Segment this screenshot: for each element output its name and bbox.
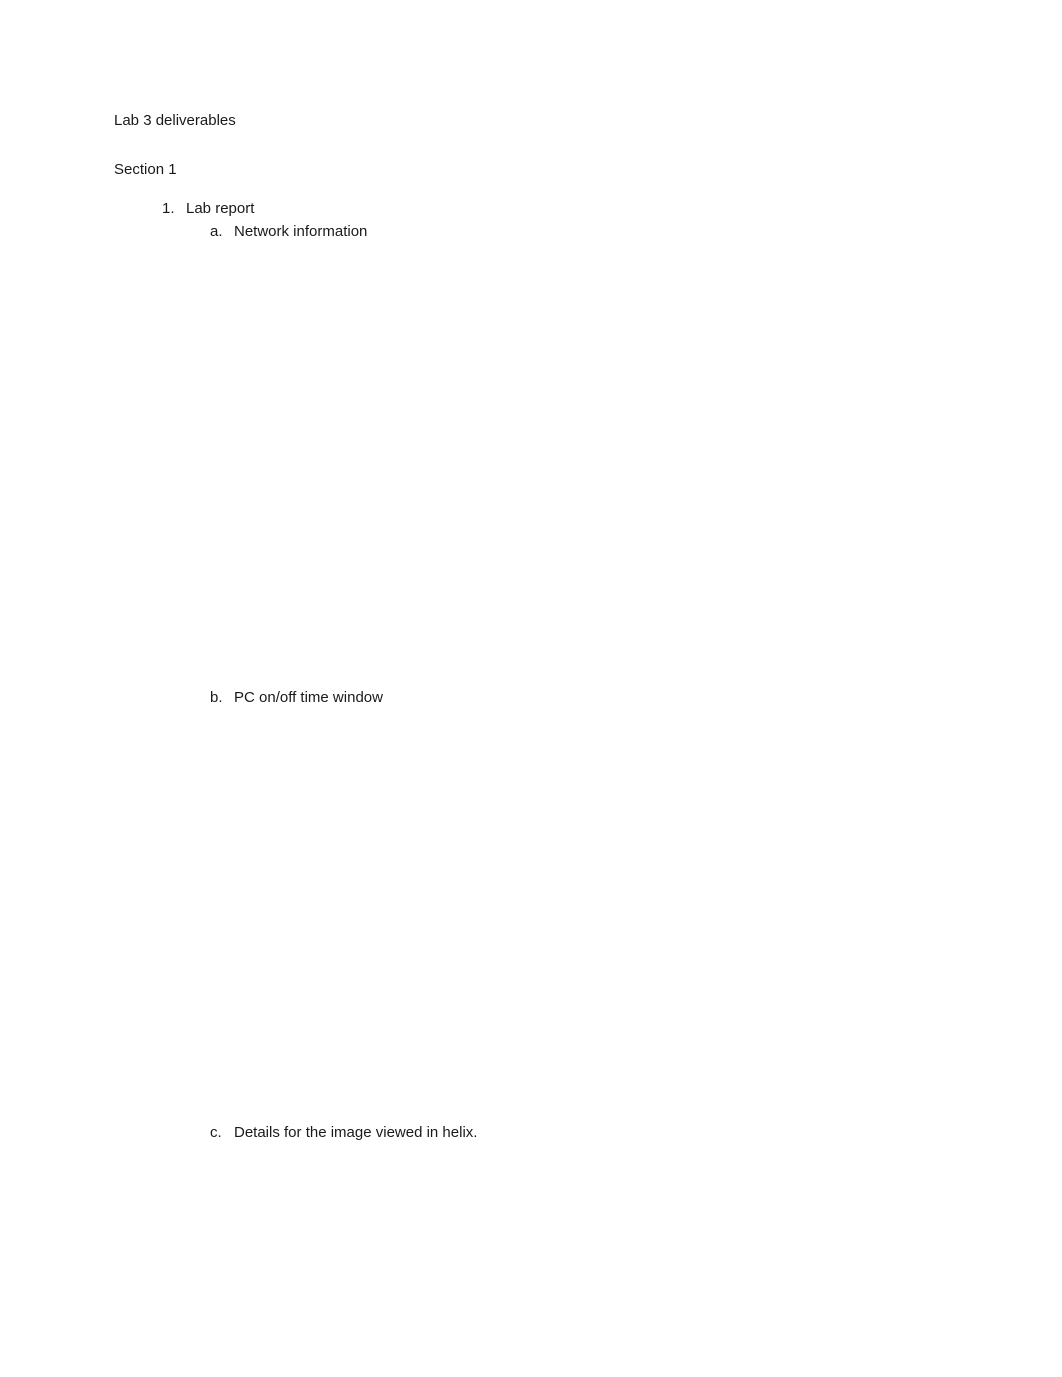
document-page: Lab 3 deliverables Section 1 1. Lab repo… (0, 0, 1062, 1141)
list-marker: c. (210, 1124, 234, 1141)
list-item: 1. Lab report (162, 200, 948, 217)
list-item-label: PC on/off time window (234, 689, 383, 706)
list-item-label: Details for the image viewed in helix. (234, 1124, 477, 1141)
list-marker: b. (210, 689, 234, 706)
list-item: b. PC on/off time window (210, 689, 948, 706)
ordered-list-level-2: a. Network information b. PC on/off time… (162, 223, 948, 1141)
ordered-list-level-1: 1. Lab report a. Network information b. … (114, 200, 948, 1141)
section-heading: Section 1 (114, 161, 948, 178)
document-title: Lab 3 deliverables (114, 112, 948, 129)
list-item-label: Lab report (186, 200, 254, 217)
list-marker: 1. (162, 200, 186, 217)
list-item: c. Details for the image viewed in helix… (210, 1124, 948, 1141)
list-item: a. Network information (210, 223, 948, 240)
content-gap (210, 246, 948, 689)
content-gap (210, 712, 948, 1124)
list-item-label: Network information (234, 223, 367, 240)
list-marker: a. (210, 223, 234, 240)
